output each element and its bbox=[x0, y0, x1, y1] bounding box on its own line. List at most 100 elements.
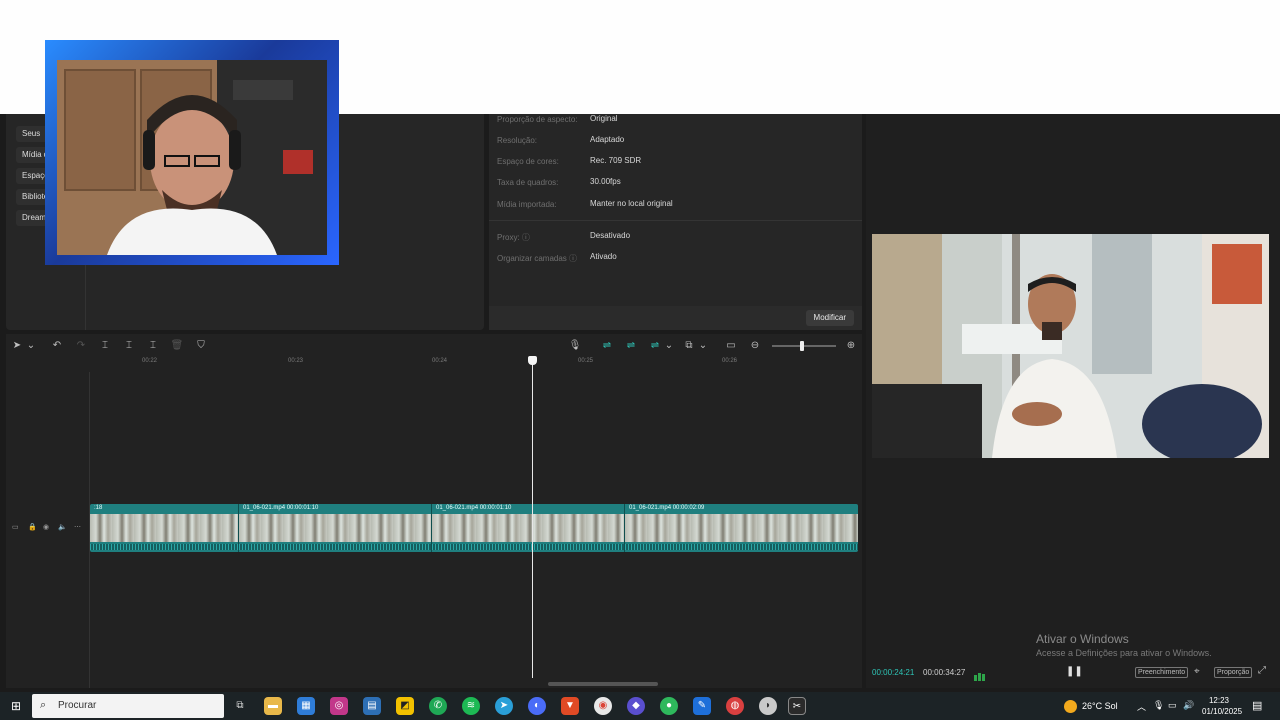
main-video-track[interactable]: :18 01_06-021.mp4 00:00:01:10 01_06-021.… bbox=[90, 504, 858, 552]
zoom-out-icon[interactable]: ⊖ bbox=[748, 337, 762, 355]
app-grey-icon[interactable]: ◗ bbox=[759, 697, 777, 715]
weather-sun-icon[interactable] bbox=[1064, 700, 1077, 713]
clip-thumbnails bbox=[239, 514, 431, 542]
ruler-tick: 00:23 bbox=[288, 358, 304, 364]
chevron-down-icon[interactable]: ⌄ bbox=[24, 337, 38, 355]
split-left-icon[interactable]: ⌶ bbox=[122, 337, 136, 355]
zoom-in-icon[interactable]: ⊕ bbox=[844, 337, 858, 355]
playhead-handle[interactable] bbox=[528, 356, 537, 365]
clip-label: 01_06-021.mp4 00:00:02:09 bbox=[629, 505, 705, 511]
preview-axis-icon[interactable]: ⧉ bbox=[682, 337, 696, 355]
video-preview[interactable] bbox=[872, 234, 1269, 458]
playhead[interactable] bbox=[532, 356, 533, 678]
video-clip[interactable]: :18 bbox=[90, 504, 238, 552]
prop-label: Mídia importada: bbox=[497, 200, 557, 209]
file-explorer-icon[interactable]: ▬ bbox=[264, 697, 282, 715]
prop-value: Ativado bbox=[590, 252, 617, 261]
app-circle-icon[interactable]: ◐ bbox=[528, 697, 546, 715]
zoom-slider-handle[interactable] bbox=[800, 341, 804, 351]
project-properties-panel: Proporção de aspecto: Original Resolução… bbox=[489, 114, 862, 330]
speaker-icon[interactable]: 🔈 bbox=[58, 523, 67, 531]
windows-start-icon[interactable]: ⊞ bbox=[7, 697, 25, 715]
video-clip[interactable]: 01_06-021.mp4 00:00:01:10 bbox=[431, 504, 624, 552]
total-timecode: 00:00:34:27 bbox=[923, 668, 966, 677]
notification-icon[interactable]: ▤ bbox=[1252, 699, 1262, 712]
prop-value: Desativado bbox=[590, 231, 631, 240]
clip-waveform bbox=[432, 544, 624, 550]
webcam-image bbox=[57, 60, 327, 255]
eye-icon[interactable]: ◉ bbox=[43, 523, 49, 531]
video-clip[interactable]: 01_06-021.mp4 00:00:02:09 bbox=[624, 504, 858, 552]
volume-icon[interactable]: 🔊 bbox=[1183, 700, 1194, 711]
modify-button[interactable]: Modificar bbox=[805, 310, 854, 326]
whatsapp-icon[interactable]: ✆ bbox=[429, 697, 447, 715]
capcut-icon[interactable]: ✂ bbox=[788, 697, 806, 715]
split-icon[interactable]: ⌶ bbox=[98, 337, 112, 355]
undo-icon[interactable]: ↶ bbox=[50, 337, 64, 355]
ruler-tick: 00:24 bbox=[432, 358, 448, 364]
timeline-scrollbar[interactable] bbox=[548, 682, 658, 686]
redo-icon[interactable]: ↷ bbox=[74, 337, 88, 355]
taskbar-search[interactable]: ⌕ Procurar bbox=[32, 694, 224, 718]
app-red-icon[interactable]: ◍ bbox=[726, 697, 744, 715]
store-icon[interactable]: ▦ bbox=[297, 697, 315, 715]
spotify-icon[interactable]: ≋ bbox=[462, 697, 480, 715]
instagram-icon[interactable]: ◎ bbox=[330, 697, 348, 715]
telegram-icon[interactable]: ➤ bbox=[495, 697, 513, 715]
divider bbox=[489, 220, 862, 221]
prop-label: Espaço de cores: bbox=[497, 157, 559, 166]
linkage-icon[interactable]: ⇌ bbox=[648, 337, 662, 355]
lock-icon[interactable]: 🔒 bbox=[28, 523, 37, 531]
app-green-icon[interactable]: ● bbox=[660, 697, 678, 715]
app-icon[interactable]: ▤ bbox=[363, 697, 381, 715]
timeline-ruler[interactable]: 00:22 00:23 00:24 00:25 00:26 bbox=[90, 356, 862, 368]
chrome-icon[interactable]: ◉ bbox=[594, 697, 612, 715]
properties-footer: Modificar bbox=[489, 306, 862, 330]
clip-thumbnails bbox=[625, 514, 858, 542]
pause-icon[interactable]: ❚❚ bbox=[1066, 666, 1083, 677]
link-main-track-icon[interactable]: ⇌ bbox=[600, 337, 614, 355]
prop-label: Taxa de quadros: bbox=[497, 178, 559, 187]
shield-icon[interactable]: ⛉ bbox=[194, 337, 208, 355]
select-tool-icon[interactable]: ➤ bbox=[10, 337, 24, 355]
prop-value: Original bbox=[590, 114, 618, 123]
prop-value: Rec. 709 SDR bbox=[590, 156, 642, 165]
snapshot-icon[interactable]: ⌖ bbox=[1194, 666, 1200, 677]
brave-icon[interactable]: ▼ bbox=[561, 697, 579, 715]
video-frame-image bbox=[872, 234, 1269, 458]
sticky-notes-icon[interactable]: ◩ bbox=[396, 697, 414, 715]
prop-label: Resolução: bbox=[497, 136, 538, 145]
magnet-icon[interactable]: ⇌ bbox=[624, 337, 638, 355]
search-icon: ⌕ bbox=[40, 699, 47, 711]
zoom-slider[interactable] bbox=[772, 341, 836, 351]
fill-button[interactable]: Preenchimento bbox=[1135, 667, 1189, 678]
weather-text[interactable]: 26°C Sol bbox=[1082, 701, 1118, 711]
chevron-down-icon[interactable]: ⌄ bbox=[696, 337, 710, 355]
tray-clock[interactable]: 12:23 01/10/2025 bbox=[1202, 695, 1242, 717]
microphone-tray-icon[interactable]: 🎙 bbox=[1153, 700, 1164, 711]
task-view-icon[interactable]: ⧉ bbox=[231, 697, 249, 715]
clip-thumbnails bbox=[90, 514, 238, 542]
app-purple-icon[interactable]: ◆ bbox=[627, 697, 645, 715]
display-icon[interactable]: ▭ bbox=[724, 337, 738, 355]
tray-chevron-up-icon[interactable]: ︿ bbox=[1137, 700, 1146, 713]
fullscreen-icon[interactable]: ⤢ bbox=[1258, 665, 1266, 676]
chevron-down-icon[interactable]: ⌄ bbox=[662, 337, 676, 355]
windows-activation-subtitle: Acesse a Definições para ativar o Window… bbox=[1036, 648, 1212, 658]
app-blue-icon[interactable]: ✎ bbox=[693, 697, 711, 715]
clip-waveform bbox=[90, 544, 238, 550]
split-right-icon[interactable]: ⌶ bbox=[146, 337, 160, 355]
network-icon[interactable]: ▭ bbox=[1168, 700, 1177, 711]
video-clip[interactable]: 01_06-021.mp4 00:00:01:10 bbox=[238, 504, 431, 552]
prop-label: Proporção de aspecto: bbox=[497, 115, 578, 124]
more-icon[interactable]: ⋯ bbox=[74, 523, 81, 531]
microphone-icon[interactable]: 🎙 bbox=[568, 337, 582, 355]
prop-label: Organizar camadas ⓘ bbox=[497, 254, 578, 263]
clip-waveform bbox=[625, 544, 858, 550]
ruler-tick: 00:25 bbox=[578, 358, 594, 364]
ratio-button[interactable]: Proporção bbox=[1214, 667, 1253, 678]
delete-icon[interactable]: 🗑 bbox=[170, 337, 184, 355]
track-cover-icon[interactable]: ▭ bbox=[12, 523, 19, 531]
timeline-toolbar: ➤ ⌄ ↶ ↷ ⌶ ⌶ ⌶ 🗑 ⛉ 🎙 ⇌ ⇌ ⇌ ⌄ ⧉ ⌄ ▭ ⊖ ⊕ bbox=[6, 337, 862, 355]
clip-waveform bbox=[239, 544, 431, 550]
